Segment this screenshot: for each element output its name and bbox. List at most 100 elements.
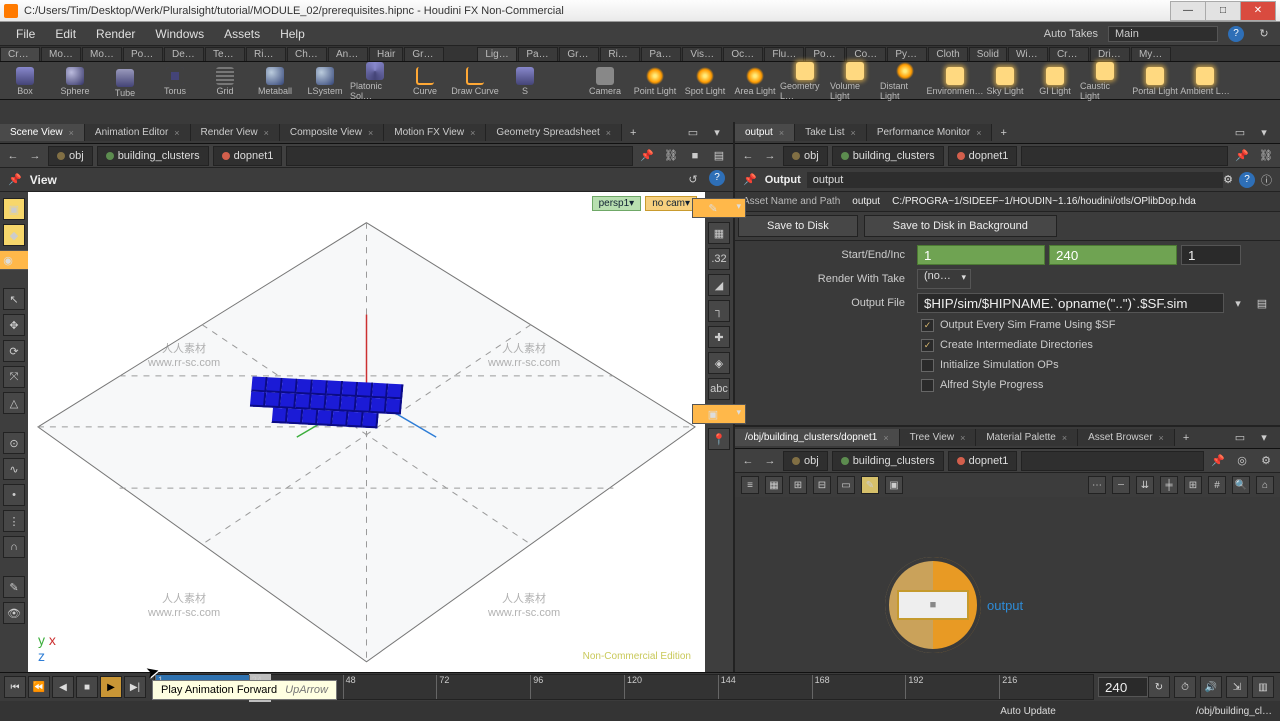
path-item[interactable]: building_clusters: [832, 451, 944, 471]
snap-point-tool[interactable]: •: [3, 484, 25, 506]
select-tool[interactable]: ▣: [3, 198, 25, 220]
shelf-tab[interactable]: My S…: [1131, 47, 1171, 61]
tool-causticlight[interactable]: Caustic Light: [1080, 60, 1130, 101]
close-icon[interactable]: ×: [606, 128, 611, 138]
scope-icon[interactable]: ▥: [1252, 676, 1274, 698]
path-field[interactable]: [1021, 451, 1204, 471]
close-icon[interactable]: ×: [69, 128, 74, 138]
tool-platonic[interactable]: Platonic Sol…: [350, 60, 400, 101]
select-tool[interactable]: ◆: [3, 224, 25, 246]
add-tab-button[interactable]: +: [992, 124, 1014, 142]
tool-gilight[interactable]: GI Light: [1030, 65, 1080, 96]
brush-tool[interactable]: ✎: [3, 576, 25, 598]
gear-icon[interactable]: ⚙: [1223, 173, 1233, 186]
view-grid3-icon[interactable]: ⊟: [813, 476, 831, 494]
shelf-tab[interactable]: Model: [82, 47, 122, 61]
output-file-field[interactable]: [917, 293, 1224, 313]
pane-max-icon[interactable]: ▭: [1230, 428, 1250, 448]
help-icon[interactable]: ?: [709, 170, 725, 186]
tool-envlight[interactable]: Environmen…: [930, 65, 980, 96]
shelf-tab[interactable]: Popu…: [805, 47, 845, 61]
display-tool[interactable]: abc: [708, 378, 730, 400]
scale-tool[interactable]: ⤧: [3, 366, 25, 388]
view-grid-icon[interactable]: ▦: [765, 476, 783, 494]
close-icon[interactable]: ×: [368, 128, 373, 138]
link-icon[interactable]: ⛓: [661, 146, 681, 166]
close-icon[interactable]: ×: [1062, 433, 1067, 443]
pane-menu-icon[interactable]: ▾: [1254, 123, 1274, 143]
tool-geolight[interactable]: Geometry L…: [780, 60, 830, 101]
prev-key-button[interactable]: ⏪: [28, 676, 50, 698]
menu-edit[interactable]: Edit: [45, 24, 86, 44]
tool-s[interactable]: S: [500, 65, 550, 96]
end-field[interactable]: [1049, 245, 1177, 265]
go-start-button[interactable]: ⏮: [4, 676, 26, 698]
path-field[interactable]: [286, 146, 633, 166]
minimize-button[interactable]: —: [1170, 1, 1206, 21]
snap-tool[interactable]: ⊙: [3, 432, 25, 454]
shelf-tab[interactable]: Crowds: [1049, 47, 1089, 61]
close-icon[interactable]: ×: [174, 128, 179, 138]
snap-multi-tool[interactable]: ⋮: [3, 510, 25, 532]
tab-network[interactable]: /obj/building_clusters/dopnet1×: [735, 429, 900, 446]
tool-curve[interactable]: Curve: [400, 65, 450, 96]
path-item[interactable]: building_clusters: [97, 146, 209, 166]
display-tool[interactable]: ✎: [692, 198, 746, 218]
path-item[interactable]: building_clusters: [832, 146, 944, 166]
nocam-badge[interactable]: no cam▾: [645, 196, 697, 211]
snap-curve-tool[interactable]: ∿: [3, 458, 25, 480]
close-button[interactable]: ✕: [1240, 1, 1276, 21]
shelf-tab[interactable]: Cloth: [928, 47, 967, 61]
shelf-tab[interactable]: Part…: [641, 47, 681, 61]
shelf-tab[interactable]: Solid: [969, 47, 1007, 61]
view-opt-icon[interactable]: ↺: [683, 170, 703, 190]
path-field[interactable]: [1021, 146, 1228, 166]
close-icon[interactable]: ×: [960, 433, 965, 443]
shelf-tab[interactable]: Create: [0, 47, 40, 61]
tab-perfmon[interactable]: Performance Monitor×: [867, 124, 993, 141]
magnet-tool[interactable]: ∩: [3, 536, 25, 558]
display-tool[interactable]: ▦: [708, 222, 730, 244]
add-tab-button[interactable]: +: [1175, 429, 1197, 447]
pin-icon[interactable]: 📌: [1232, 146, 1252, 166]
view-box-icon[interactable]: ▭: [837, 476, 855, 494]
shelf-tab[interactable]: Groo…: [404, 47, 444, 61]
maximize-button[interactable]: □: [1205, 1, 1241, 21]
display-tool[interactable]: ◢: [708, 274, 730, 296]
shelf-tab[interactable]: Defo…: [164, 47, 204, 61]
wire2-icon[interactable]: ┄: [1112, 476, 1130, 494]
nav-back-icon[interactable]: ←: [739, 452, 757, 470]
zoom-icon[interactable]: 🔍: [1232, 476, 1250, 494]
menu-help[interactable]: Help: [270, 24, 315, 44]
network-node[interactable]: output: [885, 557, 1023, 653]
checkbox[interactable]: [921, 379, 934, 392]
display-tool[interactable]: ◈: [708, 352, 730, 374]
shelf-tab[interactable]: Cont…: [846, 47, 886, 61]
shelf-tab[interactable]: Grains: [559, 47, 599, 61]
tab-material[interactable]: Material Palette×: [976, 429, 1078, 446]
tab-motionfx[interactable]: Motion FX View×: [384, 124, 486, 141]
info-icon[interactable]: ⓘ: [1261, 172, 1272, 188]
inc-field[interactable]: [1181, 245, 1241, 265]
pane-max-icon[interactable]: ▭: [1230, 123, 1250, 143]
loop-icon[interactable]: ↻: [1148, 676, 1170, 698]
close-icon[interactable]: ×: [264, 128, 269, 138]
tab-scene-view[interactable]: Scene View×: [0, 124, 85, 141]
move-tool[interactable]: ✥: [3, 314, 25, 336]
next-key-button[interactable]: ▶|: [124, 676, 146, 698]
play-back-button[interactable]: ◀: [52, 676, 74, 698]
path-root[interactable]: obj: [48, 146, 93, 166]
close-icon[interactable]: ×: [470, 128, 475, 138]
nav-back-icon[interactable]: ←: [4, 147, 22, 165]
shelf-tab[interactable]: Ocea…: [723, 47, 763, 61]
grid-big-icon[interactable]: ⊞: [1184, 476, 1202, 494]
tool-distantlight[interactable]: Distant Light: [880, 60, 930, 101]
node-body[interactable]: [897, 590, 969, 620]
path-root[interactable]: obj: [783, 146, 828, 166]
nav-fwd-icon[interactable]: →: [761, 452, 779, 470]
tab-anim-editor[interactable]: Animation Editor×: [85, 124, 191, 141]
tool-camera[interactable]: Camera: [580, 65, 630, 96]
transform-tool[interactable]: △: [3, 392, 25, 414]
render-icon[interactable]: ■: [685, 146, 705, 166]
range-icon[interactable]: ⇲: [1226, 676, 1248, 698]
